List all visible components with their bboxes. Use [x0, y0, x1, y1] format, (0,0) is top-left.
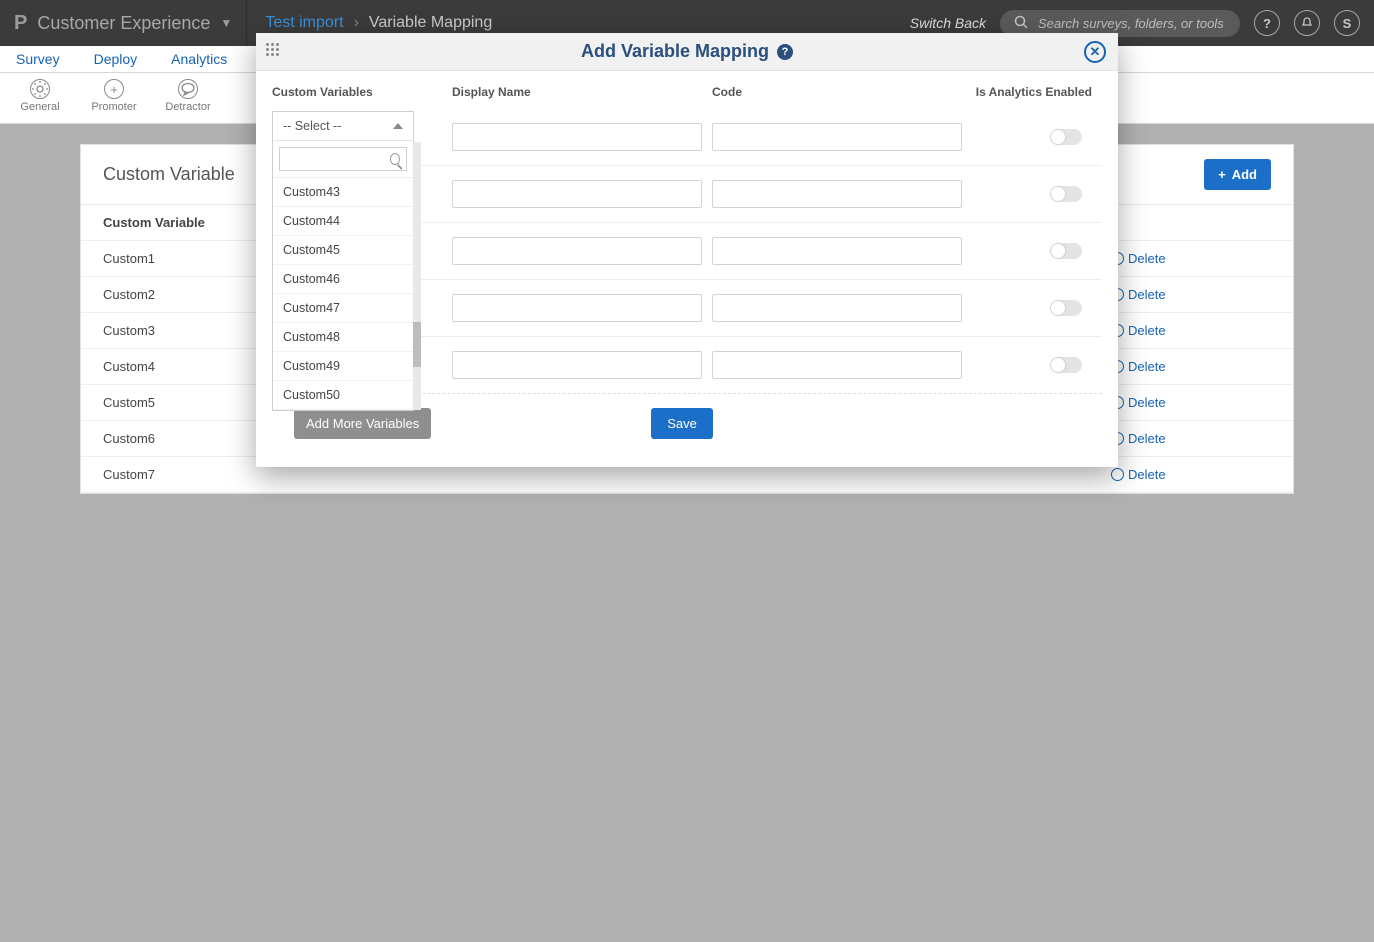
- tab-survey[interactable]: Survey: [16, 51, 60, 67]
- tab-deploy[interactable]: Deploy: [94, 51, 138, 67]
- select-option[interactable]: Custom49: [273, 352, 413, 381]
- chevron-up-icon: [393, 123, 403, 129]
- breadcrumb-separator: ›: [354, 14, 359, 32]
- add-button[interactable]: + Add: [1204, 159, 1271, 190]
- row-variable-name: Custom7: [103, 467, 1111, 482]
- close-button[interactable]: ✕: [1084, 41, 1106, 63]
- toolbar-promoter[interactable]: + Promoter: [90, 79, 138, 113]
- delete-link[interactable]: Delete: [1111, 251, 1271, 266]
- delete-link[interactable]: Delete: [1111, 359, 1271, 374]
- gear-icon: [30, 79, 50, 99]
- analytics-toggle[interactable]: [1050, 300, 1082, 316]
- select-current-value[interactable]: -- Select --: [273, 112, 413, 141]
- select-search-input[interactable]: [286, 151, 384, 167]
- modal-title: Add Variable Mapping ?: [581, 41, 793, 62]
- search-icon: [390, 153, 401, 165]
- brand-block[interactable]: P Customer Experience ▼: [0, 0, 247, 46]
- display-name-input[interactable]: [452, 123, 702, 151]
- select-option[interactable]: Custom46: [273, 265, 413, 294]
- col-custom-variables: Custom Variables: [272, 85, 452, 99]
- close-icon: ✕: [1090, 44, 1101, 60]
- mapping-row: -- Select -- Custom43Custom44Custom45Cus…: [272, 109, 1102, 166]
- select-option[interactable]: Custom50: [273, 381, 413, 410]
- delete-link[interactable]: Delete: [1111, 467, 1271, 482]
- switch-back-link[interactable]: Switch Back: [910, 15, 986, 31]
- panel-title: Custom Variable: [103, 164, 235, 185]
- code-input[interactable]: [712, 237, 962, 265]
- drag-handle-icon[interactable]: [266, 43, 278, 56]
- select-placeholder: -- Select --: [283, 119, 341, 133]
- notifications-button[interactable]: [1294, 10, 1320, 36]
- breadcrumb: Test import › Variable Mapping: [247, 14, 492, 32]
- code-input[interactable]: [712, 180, 962, 208]
- modal-header: Add Variable Mapping ? ✕: [256, 33, 1118, 71]
- select-search: [273, 141, 413, 178]
- breadcrumb-current: Variable Mapping: [369, 14, 492, 32]
- tab-analytics[interactable]: Analytics: [171, 51, 227, 67]
- analytics-toggle[interactable]: [1050, 243, 1082, 259]
- select-search-box[interactable]: [279, 147, 407, 171]
- breadcrumb-link[interactable]: Test import: [265, 14, 343, 32]
- custom-variable-select[interactable]: -- Select -- Custom43Custom44Custom45Cus…: [272, 111, 414, 411]
- code-input[interactable]: [712, 351, 962, 379]
- toolbar-detractor-label: Detractor: [165, 101, 210, 113]
- plus-circle-icon: +: [104, 79, 124, 99]
- delete-link[interactable]: Delete: [1111, 395, 1271, 410]
- chat-icon: [178, 79, 198, 99]
- help-button[interactable]: ?: [1254, 10, 1280, 36]
- toolbar-general[interactable]: General: [16, 79, 64, 113]
- select-scrollbar-track[interactable]: [413, 142, 421, 410]
- modal-title-text: Add Variable Mapping: [581, 41, 769, 62]
- delete-link[interactable]: Delete: [1111, 431, 1271, 446]
- delete-link[interactable]: Delete: [1111, 323, 1271, 338]
- select-option[interactable]: Custom44: [273, 207, 413, 236]
- toolbar-general-label: General: [20, 101, 59, 113]
- select-scrollbar-thumb[interactable]: [413, 322, 421, 367]
- modal-rows: -- Select -- Custom43Custom44Custom45Cus…: [272, 109, 1102, 394]
- plus-icon: +: [1218, 167, 1226, 182]
- delete-link[interactable]: Delete: [1111, 287, 1271, 302]
- search-icon: [1014, 15, 1028, 32]
- add-button-label: Add: [1232, 167, 1257, 182]
- analytics-toggle[interactable]: [1050, 129, 1082, 145]
- chevron-down-icon: ▼: [220, 16, 232, 30]
- add-more-variables-button[interactable]: Add More Variables: [294, 408, 431, 439]
- display-name-input[interactable]: [452, 237, 702, 265]
- bell-icon: [1301, 17, 1313, 29]
- col-analytics-enabled: Is Analytics Enabled: [972, 85, 1092, 99]
- display-name-input[interactable]: [452, 180, 702, 208]
- search-input[interactable]: [1036, 15, 1226, 32]
- select-option[interactable]: Custom43: [273, 178, 413, 207]
- select-option[interactable]: Custom48: [273, 323, 413, 352]
- toolbar-detractor[interactable]: Detractor: [164, 79, 212, 113]
- toolbar-promoter-label: Promoter: [91, 101, 136, 113]
- analytics-toggle[interactable]: [1050, 186, 1082, 202]
- help-icon[interactable]: ?: [777, 44, 793, 60]
- code-input[interactable]: [712, 294, 962, 322]
- select-option[interactable]: Custom47: [273, 294, 413, 323]
- select-options-list[interactable]: Custom43Custom44Custom45Custom46Custom47…: [273, 178, 413, 410]
- select-option[interactable]: Custom45: [273, 236, 413, 265]
- user-avatar[interactable]: S: [1334, 10, 1360, 36]
- modal-columns-header: Custom Variables Display Name Code Is An…: [272, 79, 1102, 109]
- brand-title: Customer Experience: [37, 13, 210, 34]
- col-display-name: Display Name: [452, 85, 712, 99]
- analytics-toggle[interactable]: [1050, 357, 1082, 373]
- logo-icon: P: [14, 12, 27, 35]
- save-button[interactable]: Save: [651, 408, 713, 439]
- code-input[interactable]: [712, 123, 962, 151]
- add-variable-mapping-modal: Add Variable Mapping ? ✕ Custom Variable…: [256, 33, 1118, 467]
- display-name-input[interactable]: [452, 351, 702, 379]
- col-code: Code: [712, 85, 972, 99]
- display-name-input[interactable]: [452, 294, 702, 322]
- modal-body: Custom Variables Display Name Code Is An…: [256, 71, 1118, 394]
